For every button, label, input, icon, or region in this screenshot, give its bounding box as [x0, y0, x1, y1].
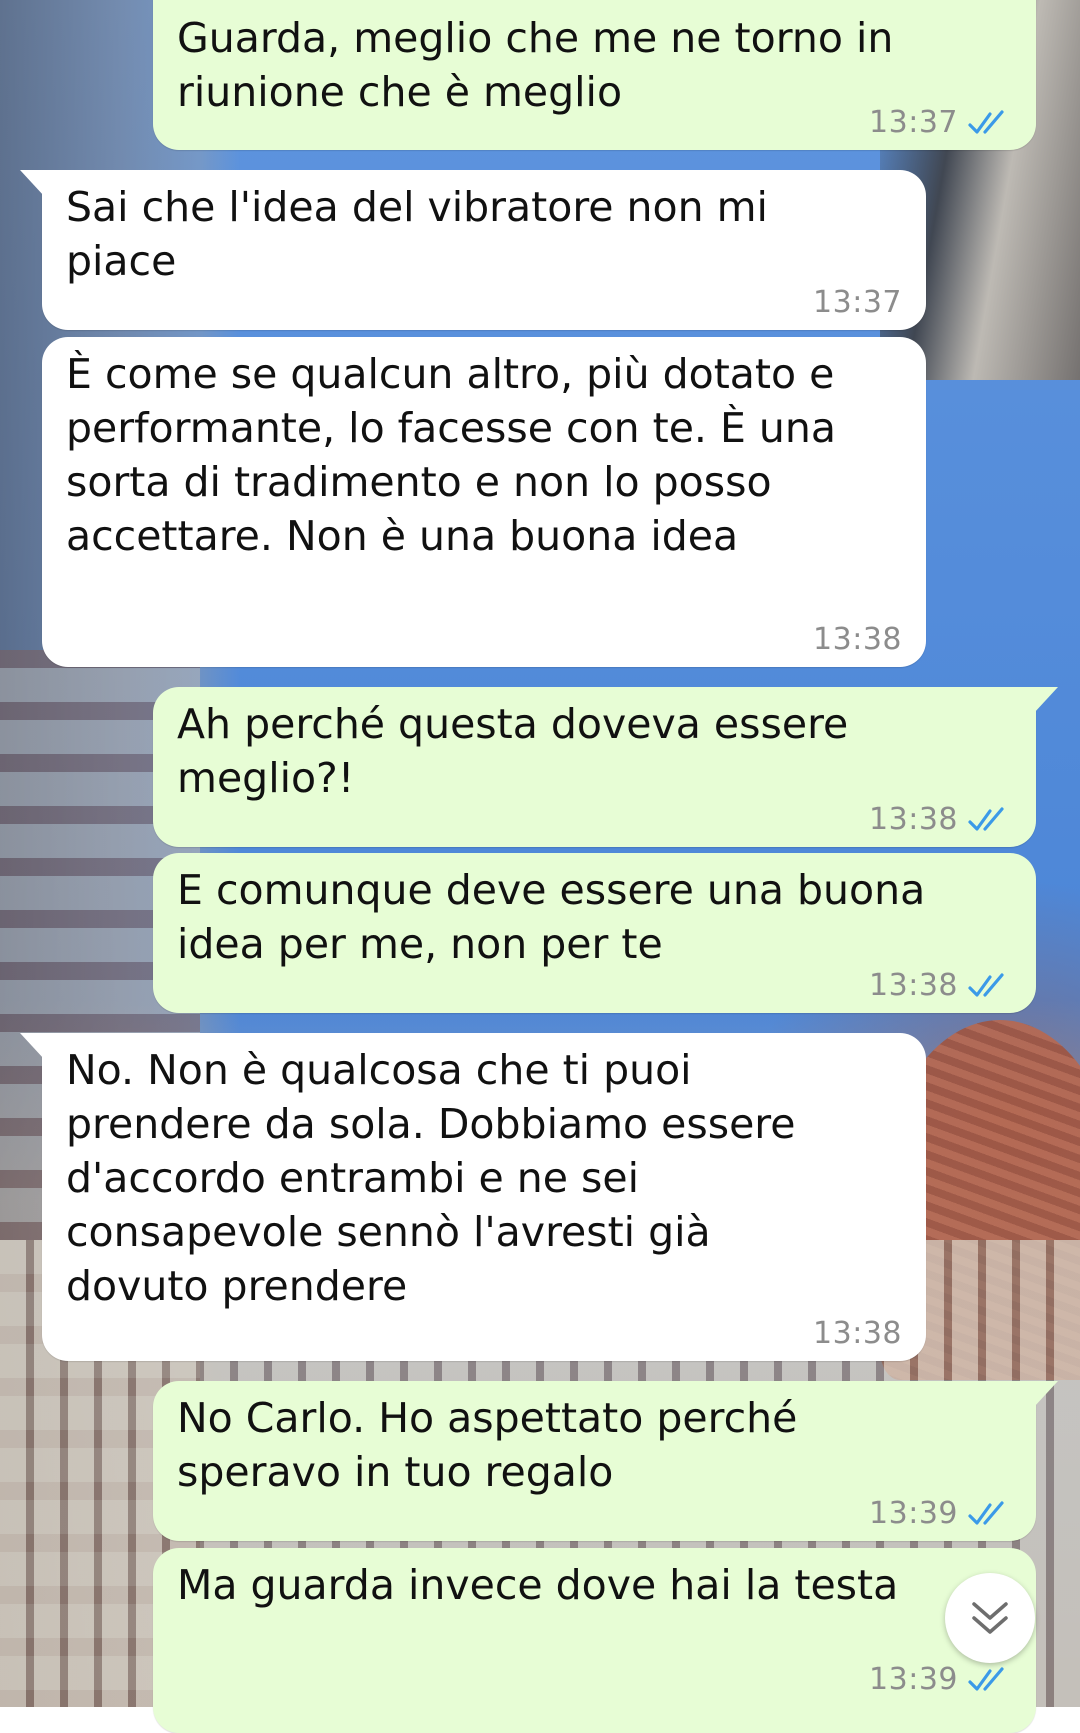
- double-check-icon: [968, 806, 1004, 831]
- message-time: 13:37: [813, 285, 902, 320]
- message-meta: 13:37: [869, 105, 1012, 140]
- double-check-icon: [968, 1500, 1004, 1525]
- message-bubble-outgoing[interactable]: Ah perché questa doveva essere meglio?! …: [153, 687, 1058, 847]
- double-check-icon: [968, 109, 1004, 134]
- bubble-tail: [1034, 1381, 1058, 1407]
- message-list[interactable]: Guarda, meglio che me ne torno in riunio…: [0, 0, 1080, 1733]
- message-bubble-incoming[interactable]: È come se qualcun altro, più dotato e pe…: [42, 337, 926, 667]
- message-time: 13:39: [869, 1496, 958, 1531]
- message-bubble-outgoing[interactable]: E comunque deve essere una buona idea pe…: [153, 853, 1036, 1013]
- message-time: 13:37: [869, 105, 958, 140]
- message-bubble-incoming[interactable]: No. Non è qualcosa che ti puoi prendere …: [20, 1033, 926, 1361]
- bubble-tail: [1034, 687, 1058, 713]
- message-meta: 13:39: [869, 1662, 1012, 1697]
- message-meta: 13:38: [869, 968, 1012, 1003]
- message-time: 13:38: [813, 622, 902, 657]
- message-meta: 13:38: [813, 1316, 902, 1351]
- chevron-double-down-icon: [972, 1602, 1008, 1634]
- message-text: No. Non è qualcosa che ti puoi prendere …: [66, 1046, 796, 1310]
- message-time: 13:39: [869, 1662, 958, 1697]
- bubble-tail: [20, 1033, 44, 1059]
- message-time: 13:38: [869, 968, 958, 1003]
- double-check-icon: [968, 1666, 1004, 1691]
- message-text: E comunque deve essere una buona idea pe…: [177, 866, 926, 968]
- message-bubble-outgoing[interactable]: Guarda, meglio che me ne torno in riunio…: [153, 0, 1036, 150]
- message-text: È come se qualcun altro, più dotato e pe…: [66, 350, 837, 560]
- message-text: Guarda, meglio che me ne torno in riunio…: [177, 14, 894, 116]
- message-meta: 13:38: [869, 802, 1012, 837]
- message-bubble-incoming[interactable]: Sai che l'idea del vibratore non mi piac…: [20, 170, 926, 330]
- message-meta: 13:39: [869, 1496, 1012, 1531]
- message-meta: 13:38: [813, 622, 902, 657]
- message-time: 13:38: [869, 802, 958, 837]
- double-check-icon: [968, 972, 1004, 997]
- message-meta: 13:37: [813, 285, 902, 320]
- message-text: Ah perché questa doveva essere meglio?!: [177, 700, 849, 802]
- bubble-tail: [20, 170, 44, 196]
- message-text: No Carlo. Ho aspettato perché speravo in…: [177, 1394, 798, 1496]
- message-text: Ma guarda invece dove hai la testa: [177, 1561, 899, 1609]
- message-text: Sai che l'idea del vibratore non mi piac…: [66, 183, 768, 285]
- message-bubble-outgoing[interactable]: Ma guarda invece dove hai la testa 13:39: [153, 1548, 1036, 1733]
- scroll-to-bottom-button[interactable]: [945, 1573, 1035, 1663]
- message-time: 13:38: [813, 1316, 902, 1351]
- message-bubble-outgoing[interactable]: No Carlo. Ho aspettato perché speravo in…: [153, 1381, 1058, 1541]
